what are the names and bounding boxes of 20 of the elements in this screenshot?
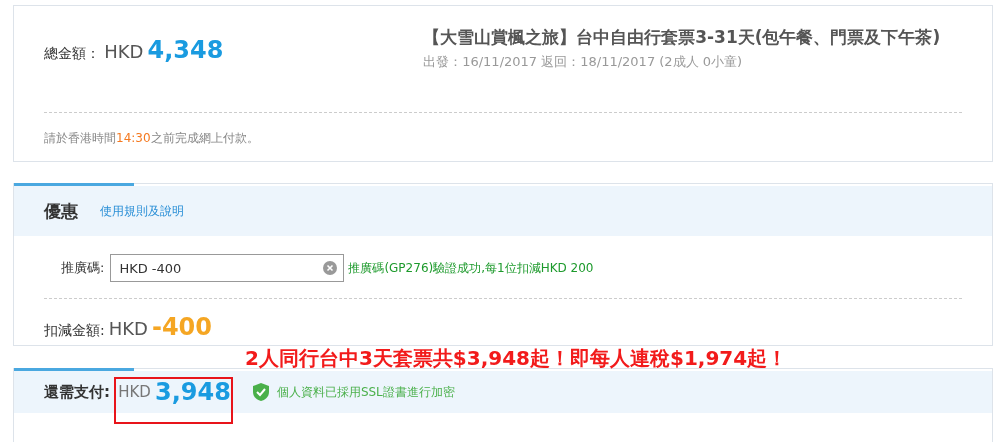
section-heading: 優惠 <box>44 200 78 222</box>
total-label: 總金額： <box>44 45 100 61</box>
shield-check-icon <box>252 383 269 401</box>
payment-amount: 3,948 <box>154 377 231 408</box>
payment-deadline-note: 請於香港時間14:30之前完成網上付款。 <box>44 130 260 147</box>
product-title: 【大雪山賞楓之旅】台中自由行套票3-31天(包午餐、門票及下午茶) <box>423 26 942 49</box>
deduct-amount: -400 <box>151 312 212 343</box>
field-label: 推廣碼: <box>61 259 105 278</box>
currency: HKD <box>104 41 144 62</box>
currency: HKD <box>118 381 151 403</box>
deduct-label: 扣減金額: <box>44 321 105 340</box>
payment-label: 還需支付: <box>44 381 110 403</box>
validation-message: 推廣碼(GP276)驗證成功,每1位扣減HKD 200 <box>348 260 594 277</box>
currency: HKD <box>108 317 148 341</box>
promo-annotation: 2人同行台中3天套票共$3,948起！即每人連稅$1,974起！ <box>245 345 788 372</box>
total-amount: 4,348 <box>147 36 224 64</box>
travel-dates: 出發：16/11/2017 返回：18/11/2017 (2成人 0小童) <box>423 53 744 71</box>
promo-code-field[interactable]: HKD -400 <box>110 254 345 282</box>
security-note: 個人資料已採用SSL證書進行加密 <box>276 384 455 401</box>
clear-icon[interactable] <box>323 261 338 275</box>
